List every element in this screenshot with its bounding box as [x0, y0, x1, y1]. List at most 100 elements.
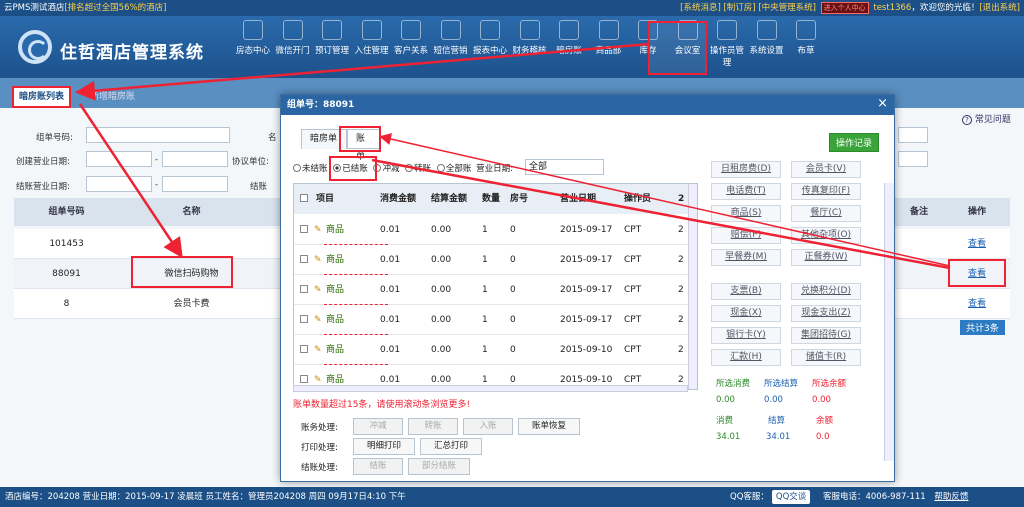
shortcut-button[interactable]: 支票(B) — [711, 283, 781, 300]
top-links[interactable]: [系统消息] [制订房] [中央管理系统] — [680, 3, 816, 13]
nav-item-13[interactable]: 系统设置 — [746, 20, 788, 70]
bill-cell-qty: 1 — [482, 225, 488, 235]
personal-center-badge[interactable]: 进入个人中心 — [820, 2, 869, 14]
nav-item-7[interactable]: 财务稽核 — [509, 20, 551, 70]
row-checkbox[interactable] — [300, 255, 308, 263]
shortcut-button[interactable]: 集团招待(G) — [791, 327, 861, 344]
rank-text[interactable]: [排名超过全国56%的酒店] — [64, 3, 166, 13]
dialog-vertical-scrollbar[interactable] — [884, 183, 894, 461]
row-checkbox[interactable] — [300, 345, 308, 353]
shortcut-button[interactable]: 银行卡(Y) — [711, 327, 781, 344]
action-button[interactable]: 账单恢复 — [518, 418, 580, 435]
tab-dark-room-list[interactable]: 暗房账列表 — [12, 86, 72, 108]
bill-row[interactable]: ✎ 商品 0.01 0.00 1 0 2015-09-17 CPT 2 — [294, 215, 690, 245]
nav-item-5[interactable]: 短信营销 — [430, 20, 472, 70]
shortcut-button[interactable]: 早餐券(M) — [711, 249, 781, 266]
action-button[interactable]: 明细打印 — [353, 438, 415, 455]
row-checkbox[interactable] — [300, 225, 308, 233]
group-no-input[interactable] — [86, 127, 230, 143]
nav-label: 房态中心 — [235, 46, 270, 56]
nav-label: 客户关系 — [393, 46, 428, 56]
greeting: ，欢迎您的光临！ — [911, 3, 980, 13]
bill-row[interactable]: ✎ 商品 0.01 0.00 1 0 2015-09-17 CPT 2 — [294, 275, 690, 305]
action-button[interactable]: 汇总打印 — [420, 438, 482, 455]
highlight-row-name — [131, 256, 233, 288]
nav-item-4[interactable]: 客户关系 — [390, 20, 432, 70]
settle-date-from[interactable] — [86, 176, 152, 192]
qq-chat-button[interactable]: QQ交谈 — [771, 490, 811, 504]
nav-item-0[interactable]: 房态中心 — [232, 20, 274, 70]
col-group-no: 组单号码 — [14, 198, 119, 226]
consume-label: 消费 — [716, 416, 734, 426]
bill-vertical-scrollbar[interactable] — [688, 184, 697, 389]
select-all-checkbox[interactable] — [300, 194, 308, 202]
nav-label: 入住管理 — [354, 46, 389, 56]
bill-cell-op: CPT — [624, 225, 642, 235]
bill-cell-date: 2015-09-17 — [560, 315, 613, 325]
action-button[interactable]: 冲减 — [353, 418, 403, 435]
radio-transfer[interactable]: 转账 — [405, 164, 431, 174]
settle-date-to[interactable] — [162, 176, 228, 192]
create-date-from[interactable] — [86, 151, 152, 167]
action-button[interactable]: 入账 — [463, 418, 513, 435]
bill-header: 项目 消费金额 结算金额 数量 房号 营业日期 操作员 2 — [294, 184, 697, 214]
shortcut-button[interactable]: 传真复印(F) — [791, 183, 861, 200]
bill-cell-qty: 1 — [482, 255, 488, 265]
row-checkbox[interactable] — [300, 285, 308, 293]
row-checkbox[interactable] — [300, 375, 308, 383]
shortcut-button[interactable]: 其他杂项(O) — [791, 227, 861, 244]
close-icon[interactable]: × — [877, 97, 888, 111]
create-date-to[interactable] — [162, 151, 228, 167]
bill-row[interactable]: ✎ 商品 0.01 0.00 1 0 2015-09-17 CPT 2 — [294, 305, 690, 335]
right-input-2[interactable] — [898, 151, 928, 167]
shortcut-button[interactable]: 餐厅(C) — [791, 205, 861, 222]
tab-new-dark-room[interactable]: 新增暗房账 — [90, 89, 135, 102]
hdr-date: 营业日期 — [560, 194, 597, 204]
row-checkbox[interactable] — [300, 315, 308, 323]
shortcut-button[interactable]: 正餐券(W) — [791, 249, 861, 266]
action-button[interactable]: 部分结账 — [408, 458, 470, 475]
nav-item-2[interactable]: 预订管理 — [311, 20, 353, 70]
logout-link[interactable]: [退出系统] — [979, 3, 1020, 13]
nav-item-6[interactable]: 报表中心 — [469, 20, 511, 70]
shortcut-button[interactable]: 储值卡(R) — [791, 349, 861, 366]
bill-cell-settle: 0.00 — [431, 345, 452, 355]
shortcut-button[interactable]: 汇款(H) — [711, 349, 781, 366]
shortcut-button[interactable]: 会员卡(V) — [791, 161, 861, 178]
action-button[interactable]: 转账 — [408, 418, 458, 435]
shortcut-button[interactable]: 兑换积分(D) — [791, 283, 861, 300]
view-link[interactable]: 查看 — [944, 289, 1010, 319]
bill-row[interactable]: ✎ 商品 0.01 0.00 1 0 2015-09-17 CPT 2 — [294, 245, 690, 275]
nav-item-3[interactable]: 入住管理 — [351, 20, 393, 70]
radio-all[interactable]: 全部账 — [436, 164, 471, 174]
shortcut-button[interactable]: 赔偿(P) — [711, 227, 781, 244]
help-label: 常见问题 — [974, 115, 1011, 125]
radio-unsettled[interactable]: 未结账 — [293, 164, 328, 174]
radio-offset[interactable]: 冲减 — [373, 164, 399, 174]
nav-item-12[interactable]: 操作员管理 — [706, 20, 748, 70]
bill-cell-more: 2 — [678, 255, 684, 265]
nav-label: 微信开门 — [275, 46, 310, 56]
bill-cell-item: 商品 — [326, 225, 345, 235]
nav-item-9[interactable]: 商品部 — [588, 20, 630, 70]
shortcut-button[interactable]: 日租房费(D) — [711, 161, 781, 178]
view-link[interactable]: 查看 — [944, 229, 1010, 259]
cart-icon: ✎ — [314, 315, 322, 325]
shortcut-button[interactable]: 电话费(T) — [711, 183, 781, 200]
bill-row[interactable]: ✎ 商品 0.01 0.00 1 0 2015-09-10 CPT 2 — [294, 335, 690, 365]
bill-cell-room: 0 — [510, 315, 516, 325]
shortcut-button[interactable]: 现金(X) — [711, 305, 781, 322]
nav-item-1[interactable]: 微信开门 — [272, 20, 314, 70]
right-input-1[interactable] — [898, 127, 928, 143]
feedback-link[interactable]: 帮助反馈 — [934, 492, 968, 502]
date-select[interactable]: 全部 — [525, 159, 604, 175]
shortcut-button[interactable]: 现金支出(Z) — [791, 305, 861, 322]
nav-item-8[interactable]: 暗房账 — [548, 20, 590, 70]
help-link[interactable]: ? 常见问题 — [962, 112, 1011, 125]
operation-record-button[interactable]: 操作记录 — [829, 133, 880, 152]
col-remark: 备注 — [894, 198, 944, 226]
shortcut-button[interactable]: 商品(S) — [711, 205, 781, 222]
bill-horizontal-scrollbar[interactable] — [293, 385, 688, 392]
nav-item-14[interactable]: 布草 — [785, 20, 827, 70]
action-button[interactable]: 结账 — [353, 458, 403, 475]
